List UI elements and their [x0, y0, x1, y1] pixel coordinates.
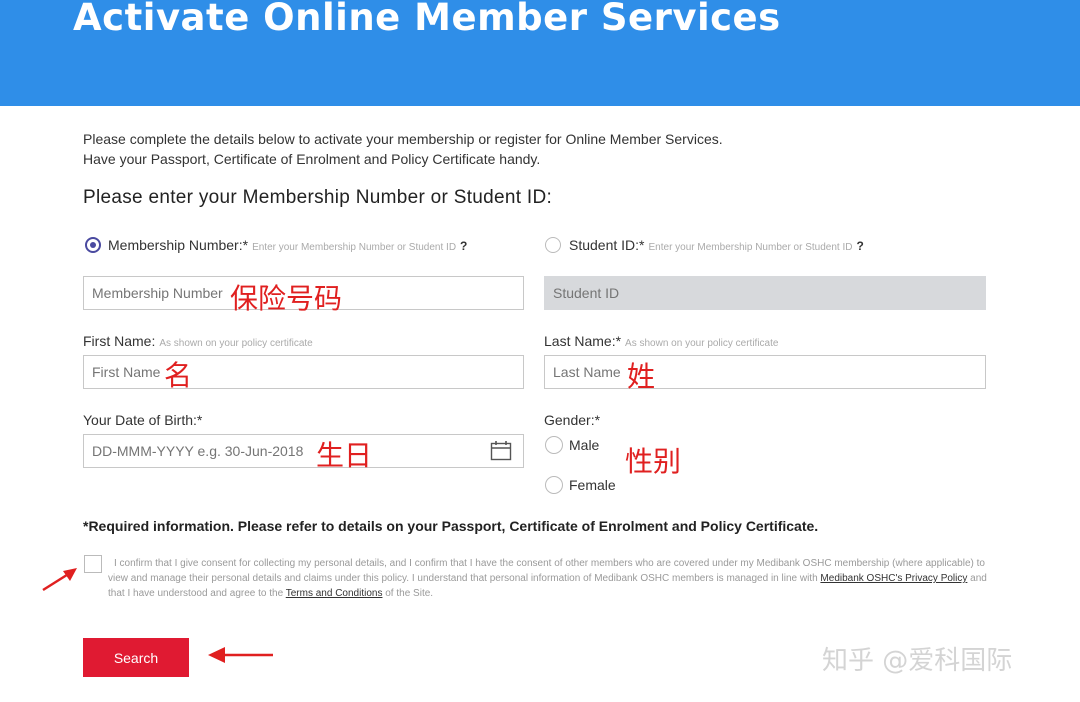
membership-number-label-text: Membership Number:* [108, 237, 249, 253]
calendar-icon[interactable] [490, 440, 512, 461]
gender-male-label: Male [569, 437, 600, 453]
watermark: 知乎 @爱科国际 [822, 646, 1013, 676]
student-id-label: Student ID:* Enter your Membership Number… [569, 237, 864, 253]
intro-text: Please complete the details below to act… [83, 129, 723, 169]
consent-text-c: of the Site. [385, 588, 434, 599]
last-name-label: Last Name:* As shown on your policy certi… [544, 333, 778, 349]
membership-number-hint: Enter your Membership Number or Student … [252, 242, 457, 253]
first-name-label-text: First Name: [83, 333, 156, 349]
privacy-policy-link[interactable]: Medibank OSHC's Privacy Policy [820, 573, 967, 584]
dob-input[interactable] [83, 434, 524, 468]
annotation-membership: 保险号码 [230, 282, 343, 315]
student-id-radio[interactable] [545, 237, 561, 253]
dob-label: Your Date of Birth:* [83, 412, 203, 428]
terms-link[interactable]: Terms and Conditions [286, 588, 383, 599]
first-name-hint: As shown on your policy certificate [159, 338, 313, 349]
last-name-hint: As shown on your policy certificate [625, 338, 779, 349]
consent-checkbox[interactable] [84, 555, 102, 573]
annotation-dob: 生日 [316, 439, 373, 472]
intro-line-1: Please complete the details below to act… [83, 131, 723, 147]
annotation-first-name: 名 [164, 359, 193, 392]
help-icon[interactable]: ? [856, 239, 863, 253]
first-name-label: First Name: As shown on your policy certi… [83, 333, 313, 349]
membership-number-radio[interactable] [85, 237, 101, 253]
consent-text: I confirm that I give consent for collec… [108, 556, 988, 601]
dob-field[interactable] [92, 435, 483, 467]
student-id-input[interactable] [544, 276, 986, 310]
student-id-hint: Enter your Membership Number or Student … [648, 242, 853, 253]
first-name-input[interactable] [83, 355, 524, 389]
last-name-label-text: Last Name:* [544, 333, 622, 349]
annotation-last-name: 姓 [627, 360, 656, 393]
search-button[interactable]: Search [83, 638, 189, 677]
annotation-arrow-search [208, 647, 273, 663]
student-id-field[interactable] [553, 277, 977, 309]
required-note: *Required information. Please refer to d… [83, 518, 819, 534]
gender-label: Gender:* [544, 412, 601, 428]
first-name-field[interactable] [92, 356, 515, 388]
annotation-gender: 性别 [625, 445, 682, 478]
gender-female-radio[interactable] [545, 476, 563, 494]
student-id-label-text: Student ID:* [569, 237, 645, 253]
gender-female-label: Female [569, 477, 616, 493]
membership-number-label: Membership Number:* Enter your Membership… [108, 237, 467, 253]
help-icon[interactable]: ? [460, 239, 467, 253]
last-name-field[interactable] [553, 356, 977, 388]
gender-male-radio[interactable] [545, 436, 563, 454]
last-name-input[interactable] [544, 355, 986, 389]
page-title: Activate Online Member Services [73, 0, 781, 39]
intro-line-2: Have your Passport, Certificate of Enrol… [83, 151, 541, 167]
annotation-arrow-checkbox [42, 568, 77, 592]
page-header: Activate Online Member Services [0, 0, 1080, 106]
section-title: Please enter your Membership Number or S… [83, 187, 553, 208]
